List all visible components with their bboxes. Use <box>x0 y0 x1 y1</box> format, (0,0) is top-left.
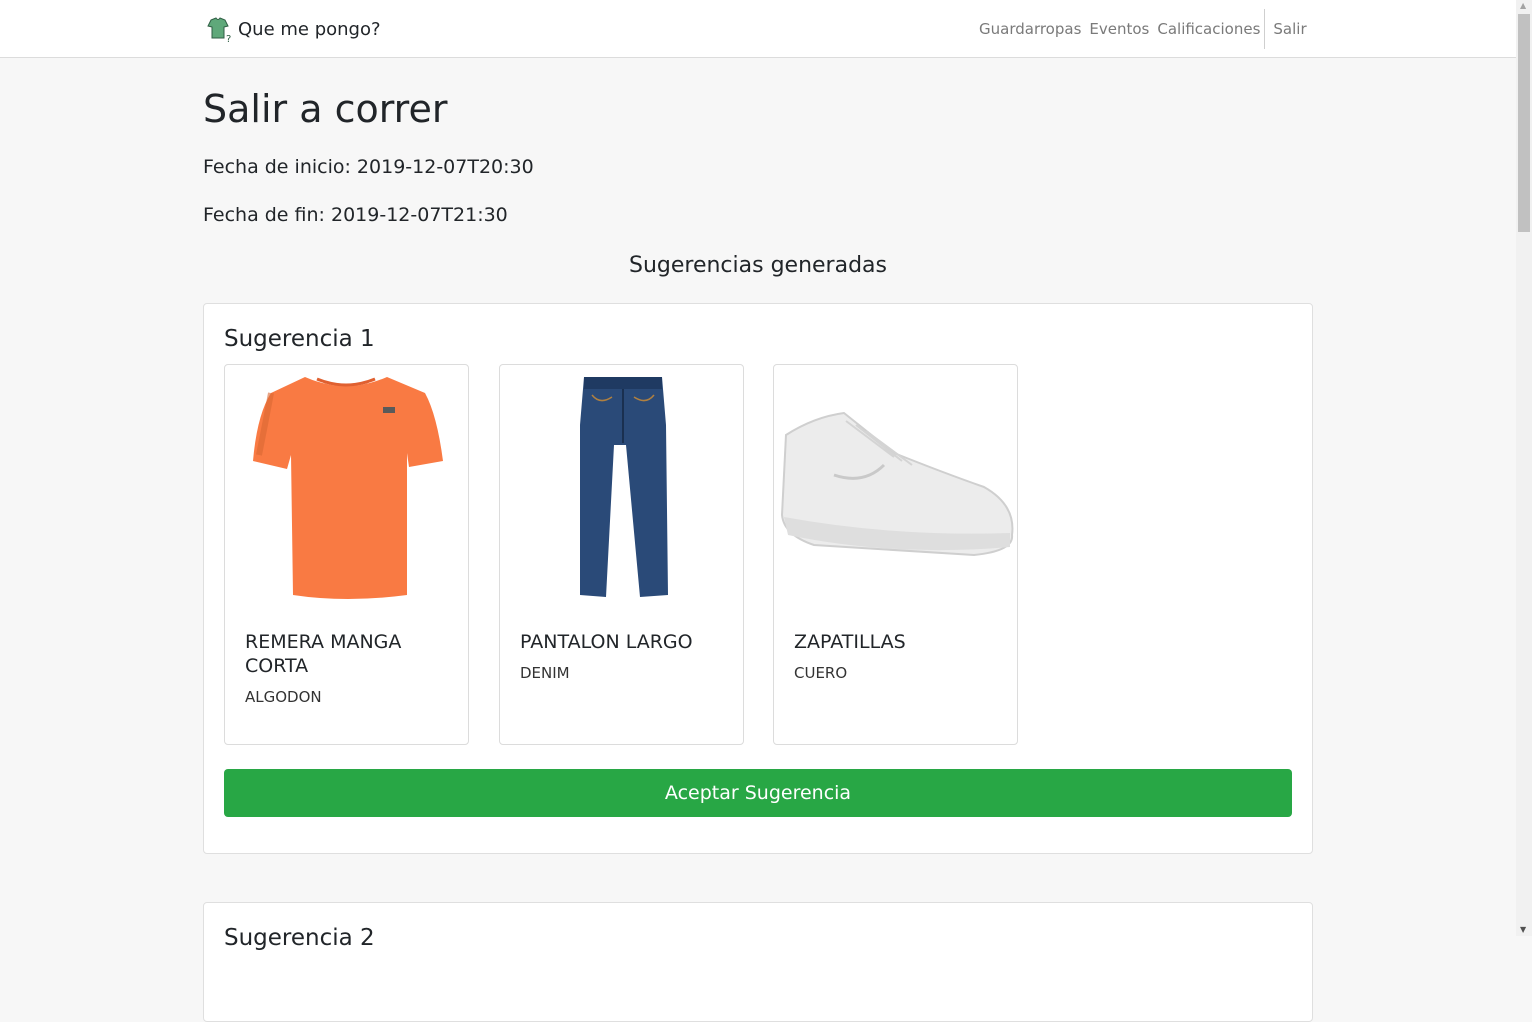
brand-link[interactable]: ? Que me pongo? <box>203 14 381 44</box>
nav-links: Guardarropas Eventos Calificaciones Sali… <box>975 0 1307 58</box>
scroll-thumb[interactable] <box>1518 14 1530 232</box>
svg-text:?: ? <box>226 34 231 44</box>
suggestion-card: Sugerencia 1 REMERA MANGA CORTA ALGODON … <box>203 303 1313 854</box>
event-start-date: Fecha de inicio: 2019-12-07T20:30 <box>203 156 534 178</box>
scroll-down-arrow-icon[interactable]: ▼ <box>1520 926 1526 934</box>
brand-name: Que me pongo? <box>238 18 381 40</box>
garment-card: PANTALON LARGO DENIM <box>499 364 744 745</box>
nav-link-eventos[interactable]: Eventos <box>1089 20 1149 38</box>
garment-material: DENIM <box>520 664 570 682</box>
shirt-question-icon: ? <box>207 17 231 44</box>
accept-suggestion-button[interactable]: Aceptar Sugerencia <box>224 769 1292 817</box>
garment-material: ALGODON <box>245 688 322 706</box>
suggestion-title: Sugerencia 2 <box>224 925 375 951</box>
event-end-date: Fecha de fin: 2019-12-07T21:30 <box>203 204 508 226</box>
garment-name: REMERA MANGA CORTA <box>245 631 402 677</box>
page-title: Salir a correr <box>203 87 448 131</box>
jeans-image <box>580 377 668 597</box>
suggestions-heading: Sugerencias generadas <box>628 253 887 278</box>
scroll-up-arrow-icon[interactable]: ▲ <box>1520 2 1526 10</box>
garment-card: ZAPATILLAS CUERO <box>773 364 1018 745</box>
vertical-scrollbar[interactable]: ▲ ▼ <box>1516 0 1532 936</box>
suggestion-card: Sugerencia 2 <box>203 902 1313 1022</box>
top-navbar: ? Que me pongo? Guardarropas Eventos Cal… <box>0 0 1516 58</box>
nav-divider <box>1264 9 1266 49</box>
nav-link-guardarropas[interactable]: Guardarropas <box>979 20 1081 38</box>
garment-name: ZAPATILLAS <box>794 631 906 653</box>
garment-card: REMERA MANGA CORTA ALGODON <box>224 364 469 745</box>
orange-tshirt-image <box>253 377 443 599</box>
logout-link[interactable]: Salir <box>1273 20 1306 38</box>
garment-material: CUERO <box>794 664 848 682</box>
garment-name: PANTALON LARGO <box>520 631 693 653</box>
suggestion-title: Sugerencia 1 <box>224 326 375 352</box>
nav-link-calificaciones[interactable]: Calificaciones <box>1157 20 1260 38</box>
white-sneaker-image <box>780 411 1014 557</box>
